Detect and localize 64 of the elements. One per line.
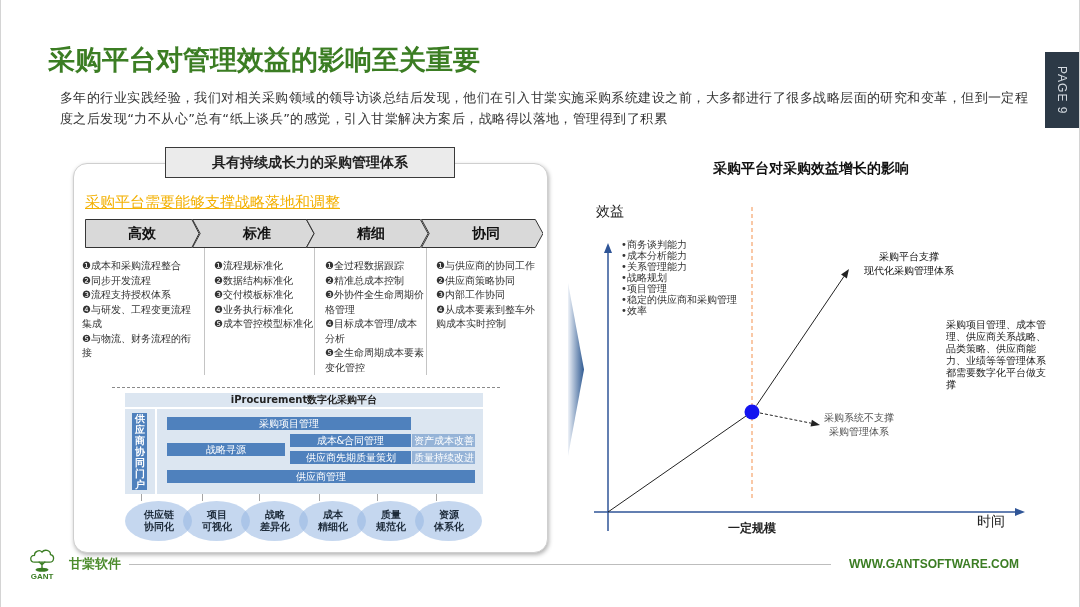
- connector-line: [259, 494, 260, 501]
- outcome-ellipse: 资源 体系化: [415, 501, 482, 541]
- portal-bar: 供应商协同门户: [132, 413, 147, 490]
- pillar-item: ❶流程规标准化: [214, 259, 284, 273]
- brand-name: 甘棠软件: [69, 555, 121, 573]
- intro-paragraph: 多年的行业实践经验，我们对相关采购领域的领导访谈总结后发现，他们在引入甘棠实施采购系统建设之前，大多都进行了很多战略层面的研究和变革，但到一定程度之后发现“力不从心”总有“纸上谈兵”的感觉，引入甘棠解决方案后，战略得以落地，管理得到了积累: [60, 89, 1030, 128]
- pillar-item: ❹与研发、工程变更流程集成: [82, 302, 192, 331]
- stage-chevron: 高效: [85, 219, 200, 248]
- connector-line: [436, 494, 437, 501]
- module-bar: 成本&合同管理: [290, 434, 411, 447]
- connector-line: [319, 494, 320, 501]
- capability-item: •项目管理: [621, 283, 667, 294]
- pillar-item: ❶全过程数据跟踪: [325, 259, 405, 273]
- module-bar: 战略寻源: [167, 442, 285, 456]
- threshold-label: 一定规模: [727, 520, 777, 537]
- pillar-item: ❸外协件全生命周期价格管理: [325, 288, 425, 317]
- pillar-item: ❹目标成本管理/成本分析: [325, 317, 419, 346]
- page-label: PAGE 9: [1045, 52, 1079, 128]
- stage-chevron: 协同: [420, 219, 543, 248]
- pillar-item: ❶与供应商的协同工作: [436, 259, 536, 273]
- pillar-item: ❶成本和采购流程整合: [82, 259, 182, 273]
- capability-item: •战略规划: [621, 272, 668, 283]
- slide-title: 采购平台对管理效益的影响至关重要: [48, 43, 480, 77]
- stage-chevron: 精细: [306, 219, 429, 248]
- pillar-item: ❺成本管控模型标准化: [214, 317, 314, 331]
- pillar-item: ❷同步开发流程: [82, 273, 152, 288]
- x-axis-label: 时间: [977, 513, 1005, 531]
- chart-note: 采购项目管理、成本管理、供应商关系战略、品类策略、供应商能力、业绩等等管理体系都需要数字化平台做支撑: [946, 319, 1046, 391]
- module-bar: 采购项目管理: [167, 417, 411, 430]
- pillar-item: ❺与物流、财务流程的衔接: [82, 331, 192, 360]
- capability-item: •成本分析能力: [621, 250, 688, 261]
- stage-chevron: 标准: [191, 219, 314, 248]
- module-bar: 供应商先期质量策划: [290, 451, 411, 464]
- module-bar: 质量持续改进: [412, 451, 475, 464]
- pillar-item: ❺全生命周期成本要素变化管控: [325, 346, 425, 375]
- module-bar: 资产成本改善: [412, 434, 475, 447]
- connector-line: [202, 494, 203, 501]
- panel-heading: 具有持续成长力的采购管理体系: [165, 147, 455, 178]
- pillar-item: ❷数据结构标准化: [214, 273, 294, 288]
- website-url: WWW.GANTSOFTWARE.COM: [849, 557, 1019, 571]
- platform-title: iProcurement数字化采购平台: [125, 393, 483, 407]
- pillar-item: ❷精准总成本控制: [325, 273, 405, 288]
- chart-title: 采购平台对采购效益增长的影响: [713, 160, 909, 178]
- capability-item: •商务谈判能力: [621, 239, 688, 250]
- pillar-item: ❸流程支持授权体系: [82, 288, 172, 302]
- panel-subtitle: 采购平台需要能够支撑战略落地和调整: [85, 194, 340, 211]
- pillar-item: ❸交付模板标准化: [214, 288, 294, 302]
- path-label: 采购平台支撑 现代化采购管理体系: [863, 250, 955, 278]
- module-bar: 供应商管理: [167, 470, 475, 483]
- tree-logo-icon: [29, 547, 55, 572]
- logo-text: GANT: [30, 571, 54, 581]
- pillar-item: ❹从成本要素到整车外购成本实时控制: [436, 302, 536, 331]
- pillar-item: ❹业务执行标准化: [214, 302, 294, 317]
- y-axis-label: 效益: [596, 203, 624, 221]
- capability-item: •关系管理能力: [621, 261, 688, 272]
- pillar-item: ❸内部工作协同: [436, 288, 506, 302]
- capability-item: •效率: [621, 305, 647, 316]
- capability-item: •稳定的供应商和采购管理: [621, 294, 737, 305]
- turning-point-dot: [744, 404, 760, 420]
- connector-line: [141, 494, 142, 501]
- unsupported-growth-arrow: [759, 412, 820, 427]
- connector-line: [377, 494, 378, 501]
- pillar-item: ❷供应商策略协同: [436, 273, 516, 288]
- path-label: 采购系统不支撑 采购管理体系: [823, 411, 895, 439]
